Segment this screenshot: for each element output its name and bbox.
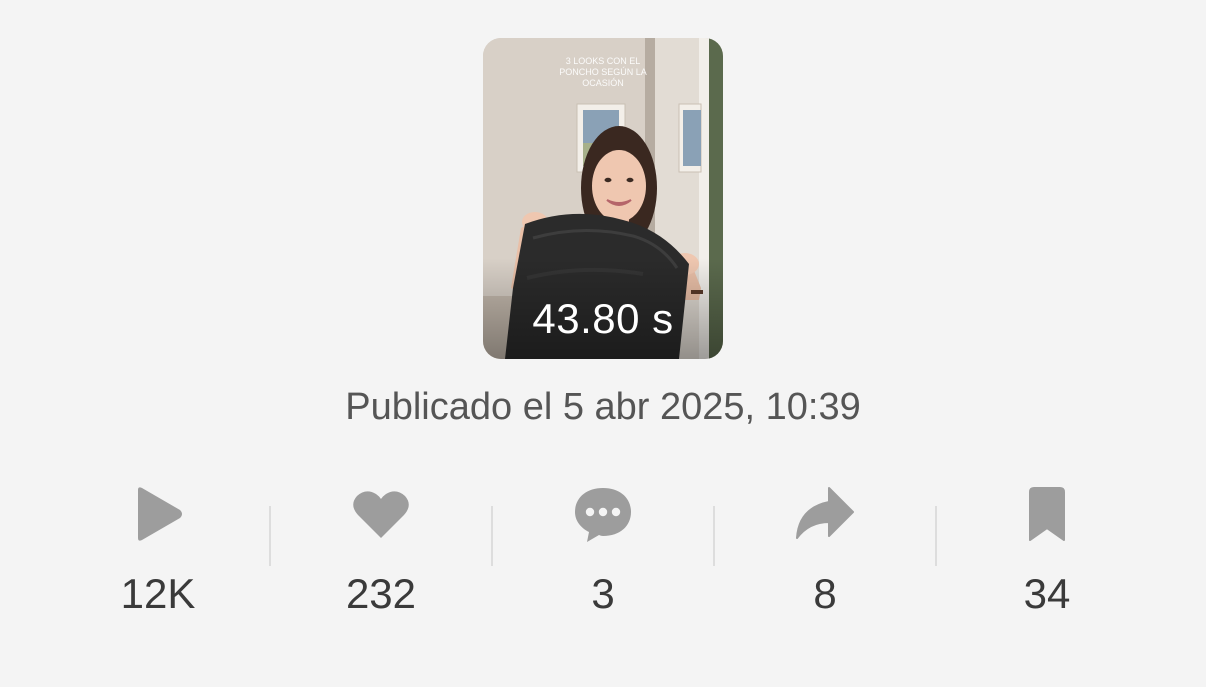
- play-icon: [138, 487, 182, 541]
- comments-count: 3: [591, 570, 615, 617]
- video-caption-overlay: 3 looks con el poncho según la ocasión: [559, 56, 647, 88]
- comments-stat[interactable]: 3: [492, 478, 714, 618]
- heart-icon: [353, 491, 409, 538]
- stats-bar: 12K 232 3 8 34: [47, 478, 1159, 618]
- likes-stat[interactable]: 232: [270, 478, 492, 618]
- share-icon: [796, 487, 854, 539]
- shares-stat[interactable]: 8: [714, 478, 936, 618]
- saves-stat[interactable]: 34: [936, 478, 1158, 618]
- likes-count: 232: [345, 570, 417, 617]
- saves-count: 34: [1023, 570, 1071, 617]
- published-date: Publicado el 5 abr 2025, 10:39: [345, 386, 861, 428]
- video-duration: 43.80 s: [532, 295, 674, 342]
- plays-count: 12K: [120, 570, 196, 617]
- plays-stat[interactable]: 12K: [47, 478, 269, 618]
- shares-count: 8: [813, 570, 837, 617]
- bookmark-icon: [1029, 487, 1065, 541]
- video-thumbnail[interactable]: 3 looks con el poncho según la ocasión 4…: [483, 38, 723, 359]
- comment-icon: [575, 488, 631, 542]
